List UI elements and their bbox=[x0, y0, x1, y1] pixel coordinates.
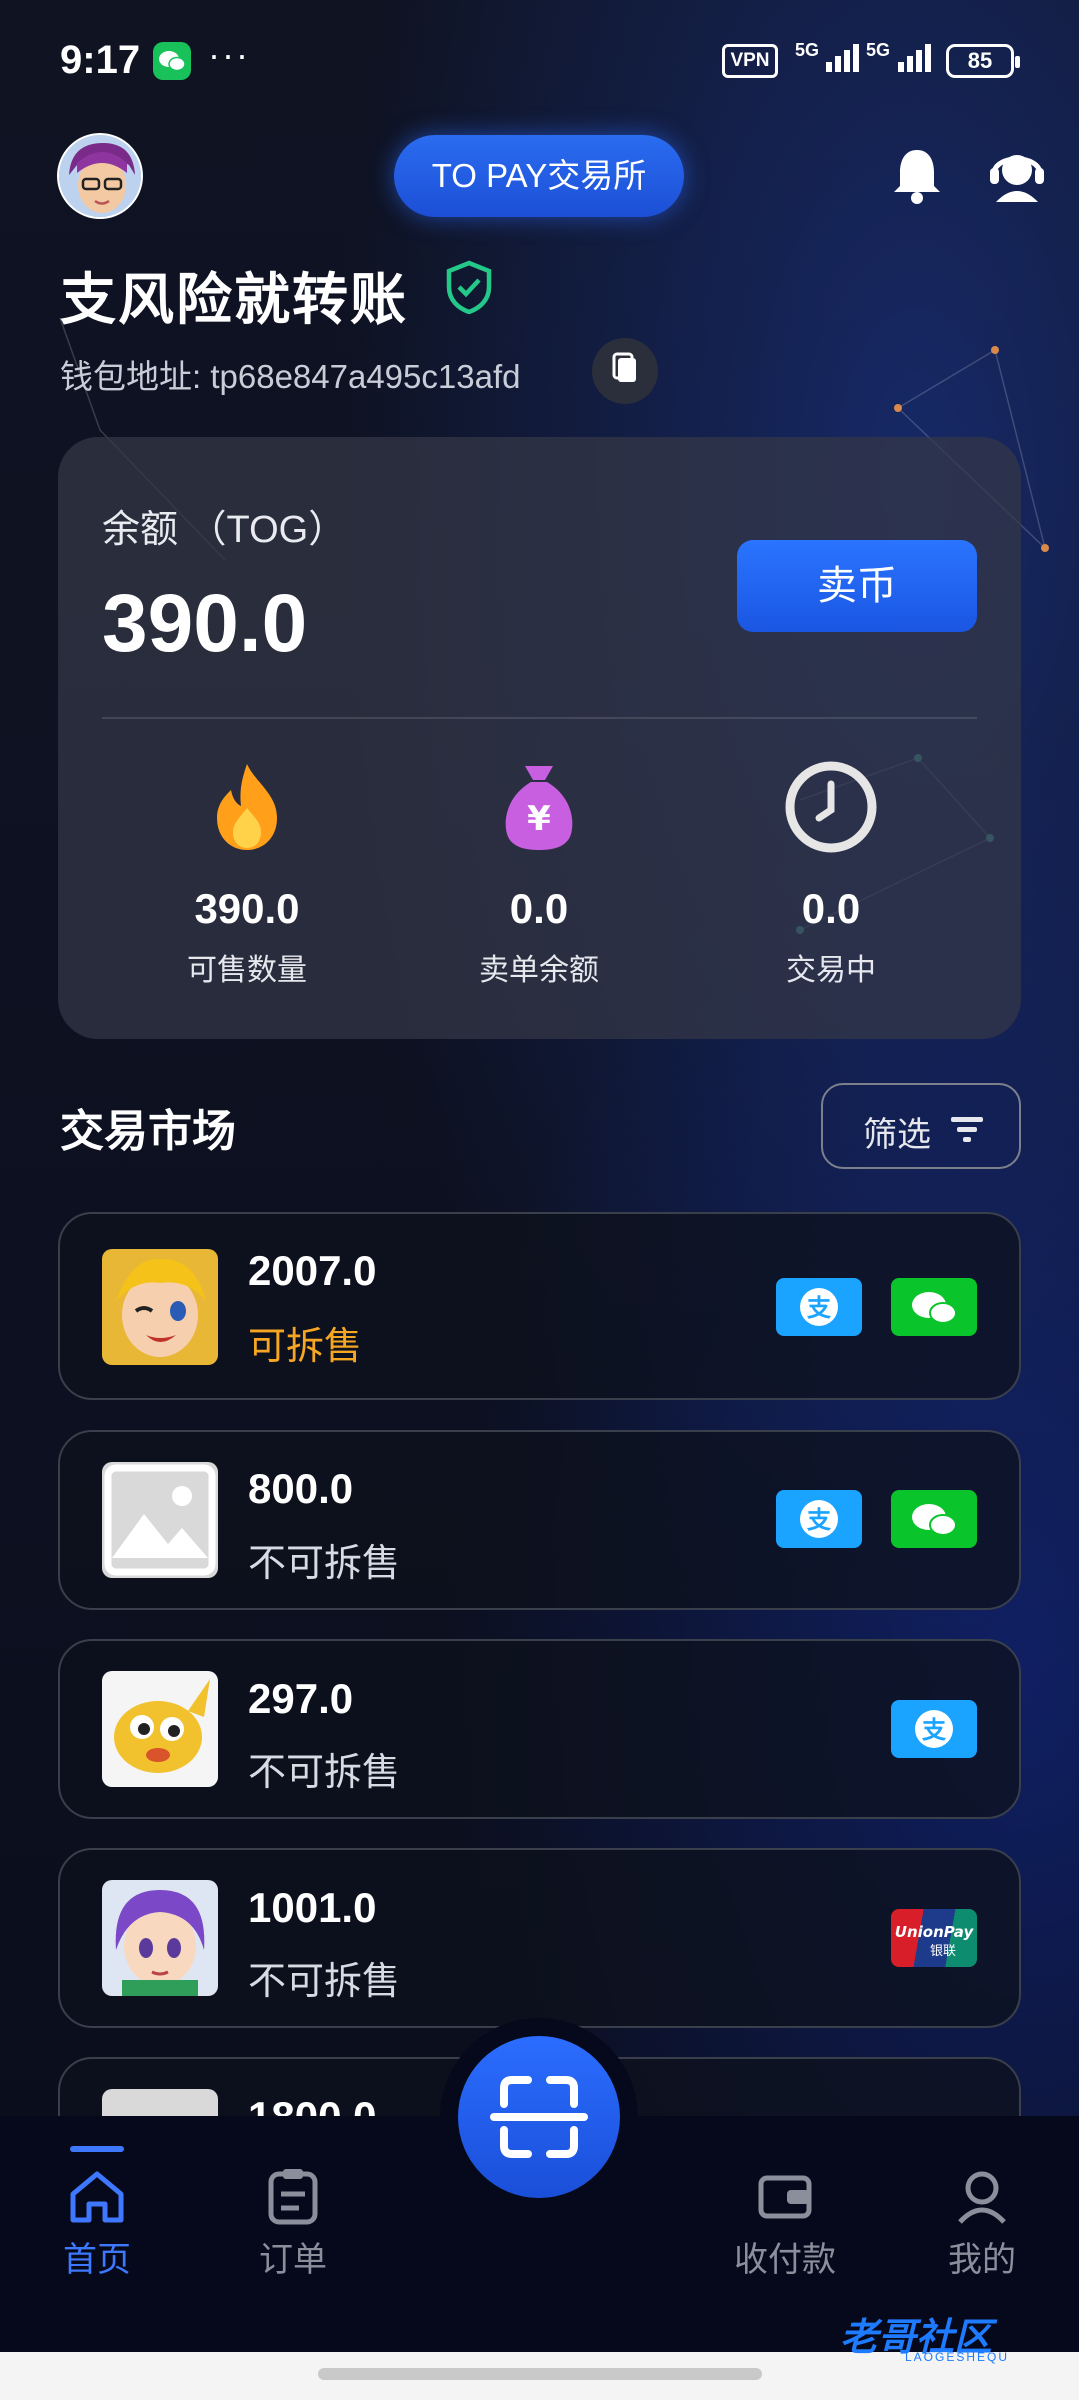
home-indicator[interactable] bbox=[318, 2368, 762, 2380]
orders-icon bbox=[268, 2169, 318, 2225]
customer-service-icon[interactable] bbox=[982, 140, 1052, 210]
page-title: 支风险就转账 bbox=[60, 268, 408, 331]
alipay-icon: 支 bbox=[776, 1490, 862, 1548]
wallet-address: 钱包地址: tp68e847a495c13afd bbox=[60, 358, 521, 395]
flame-icon bbox=[217, 764, 277, 850]
tab-label: 首页 bbox=[63, 2241, 131, 2279]
user-avatar[interactable] bbox=[57, 133, 143, 219]
network-label-1: 5G bbox=[795, 40, 820, 60]
signal-bars-2-icon bbox=[898, 44, 934, 72]
watermark-subtitle: LAOGESHEQU bbox=[905, 2350, 1010, 2364]
profile-icon bbox=[958, 2171, 1006, 2224]
svg-text:UnionPay: UnionPay bbox=[895, 1923, 975, 1941]
tab-label: 我的 bbox=[948, 2241, 1016, 2279]
wallet-icon bbox=[758, 2175, 812, 2219]
svg-text:支: 支 bbox=[807, 1294, 832, 1322]
home-icon bbox=[70, 2171, 124, 2223]
item-split-status: 不可拆售 bbox=[248, 1961, 401, 2003]
stat-label: 卖单余额 bbox=[479, 954, 599, 987]
tab-label: 收付款 bbox=[734, 2241, 836, 2279]
filter-label: 筛选 bbox=[863, 1116, 931, 1154]
copy-icon bbox=[612, 352, 636, 382]
stat-value: 0.0 bbox=[509, 885, 569, 932]
copy-address-button[interactable] bbox=[592, 338, 658, 404]
wechat-notification-icon bbox=[153, 42, 191, 80]
stat-label: 交易中 bbox=[786, 954, 876, 987]
wechat-pay-icon bbox=[891, 1490, 977, 1548]
filter-button[interactable]: 筛选 bbox=[821, 1083, 1021, 1169]
market-title: 交易市场 bbox=[60, 1107, 236, 1156]
more-notifications: ··· bbox=[208, 34, 250, 75]
exchange-title-pill[interactable]: TO PAY交易所 bbox=[394, 135, 684, 217]
svg-text:支: 支 bbox=[922, 1716, 947, 1744]
stat-value: 390.0 bbox=[194, 885, 300, 932]
active-tab-indicator bbox=[70, 2146, 124, 2152]
scan-icon bbox=[490, 2076, 588, 2158]
svg-text:支: 支 bbox=[807, 1506, 832, 1534]
balance-label: 余额 （TOG） bbox=[102, 509, 347, 551]
tab-label: 订单 bbox=[259, 2241, 327, 2279]
vpn-indicator: VPN bbox=[722, 44, 778, 78]
stat-value: 0.0 bbox=[801, 885, 861, 932]
sell-coin-button[interactable]: 卖币 bbox=[737, 540, 977, 632]
item-split-status: 不可拆售 bbox=[248, 1543, 401, 1585]
money-bag-icon: ¥ bbox=[505, 766, 573, 850]
seller-avatar bbox=[102, 1880, 218, 1996]
seller-avatar bbox=[102, 1249, 218, 1365]
item-amount: 800.0 bbox=[248, 1465, 354, 1512]
scan-button[interactable] bbox=[458, 2036, 620, 2198]
status-bar: 9:17 ··· VPN 5G 5G 85 bbox=[0, 0, 1079, 120]
alipay-icon: 支 bbox=[891, 1700, 977, 1758]
network-label-2: 5G bbox=[866, 40, 891, 60]
clock-icon bbox=[785, 761, 877, 853]
filter-icon bbox=[951, 1117, 983, 1142]
bell-icon[interactable] bbox=[882, 140, 952, 210]
item-split-status: 不可拆售 bbox=[248, 1752, 401, 1794]
signal-bars-1-icon bbox=[826, 44, 862, 72]
item-amount: 297.0 bbox=[248, 1675, 354, 1722]
unionpay-icon: UnionPay 银联 bbox=[891, 1909, 977, 1967]
battery-indicator: 85 bbox=[946, 44, 1020, 78]
card-divider bbox=[102, 717, 977, 719]
item-amount: 1001.0 bbox=[248, 1884, 377, 1931]
stat-label: 可售数量 bbox=[187, 954, 307, 987]
balance-value: 390.0 bbox=[102, 578, 308, 669]
alipay-icon: 支 bbox=[776, 1278, 862, 1336]
image-placeholder-icon bbox=[102, 1462, 218, 1578]
status-time: 9:17 bbox=[60, 38, 141, 82]
item-split-status: 可拆售 bbox=[248, 1326, 363, 1368]
verified-shield-icon bbox=[445, 260, 493, 315]
seller-avatar bbox=[102, 1671, 218, 1787]
svg-text:¥: ¥ bbox=[527, 799, 551, 839]
item-amount: 2007.0 bbox=[248, 1247, 377, 1294]
wechat-pay-icon bbox=[891, 1278, 977, 1336]
svg-text:银联: 银联 bbox=[930, 1944, 956, 1959]
